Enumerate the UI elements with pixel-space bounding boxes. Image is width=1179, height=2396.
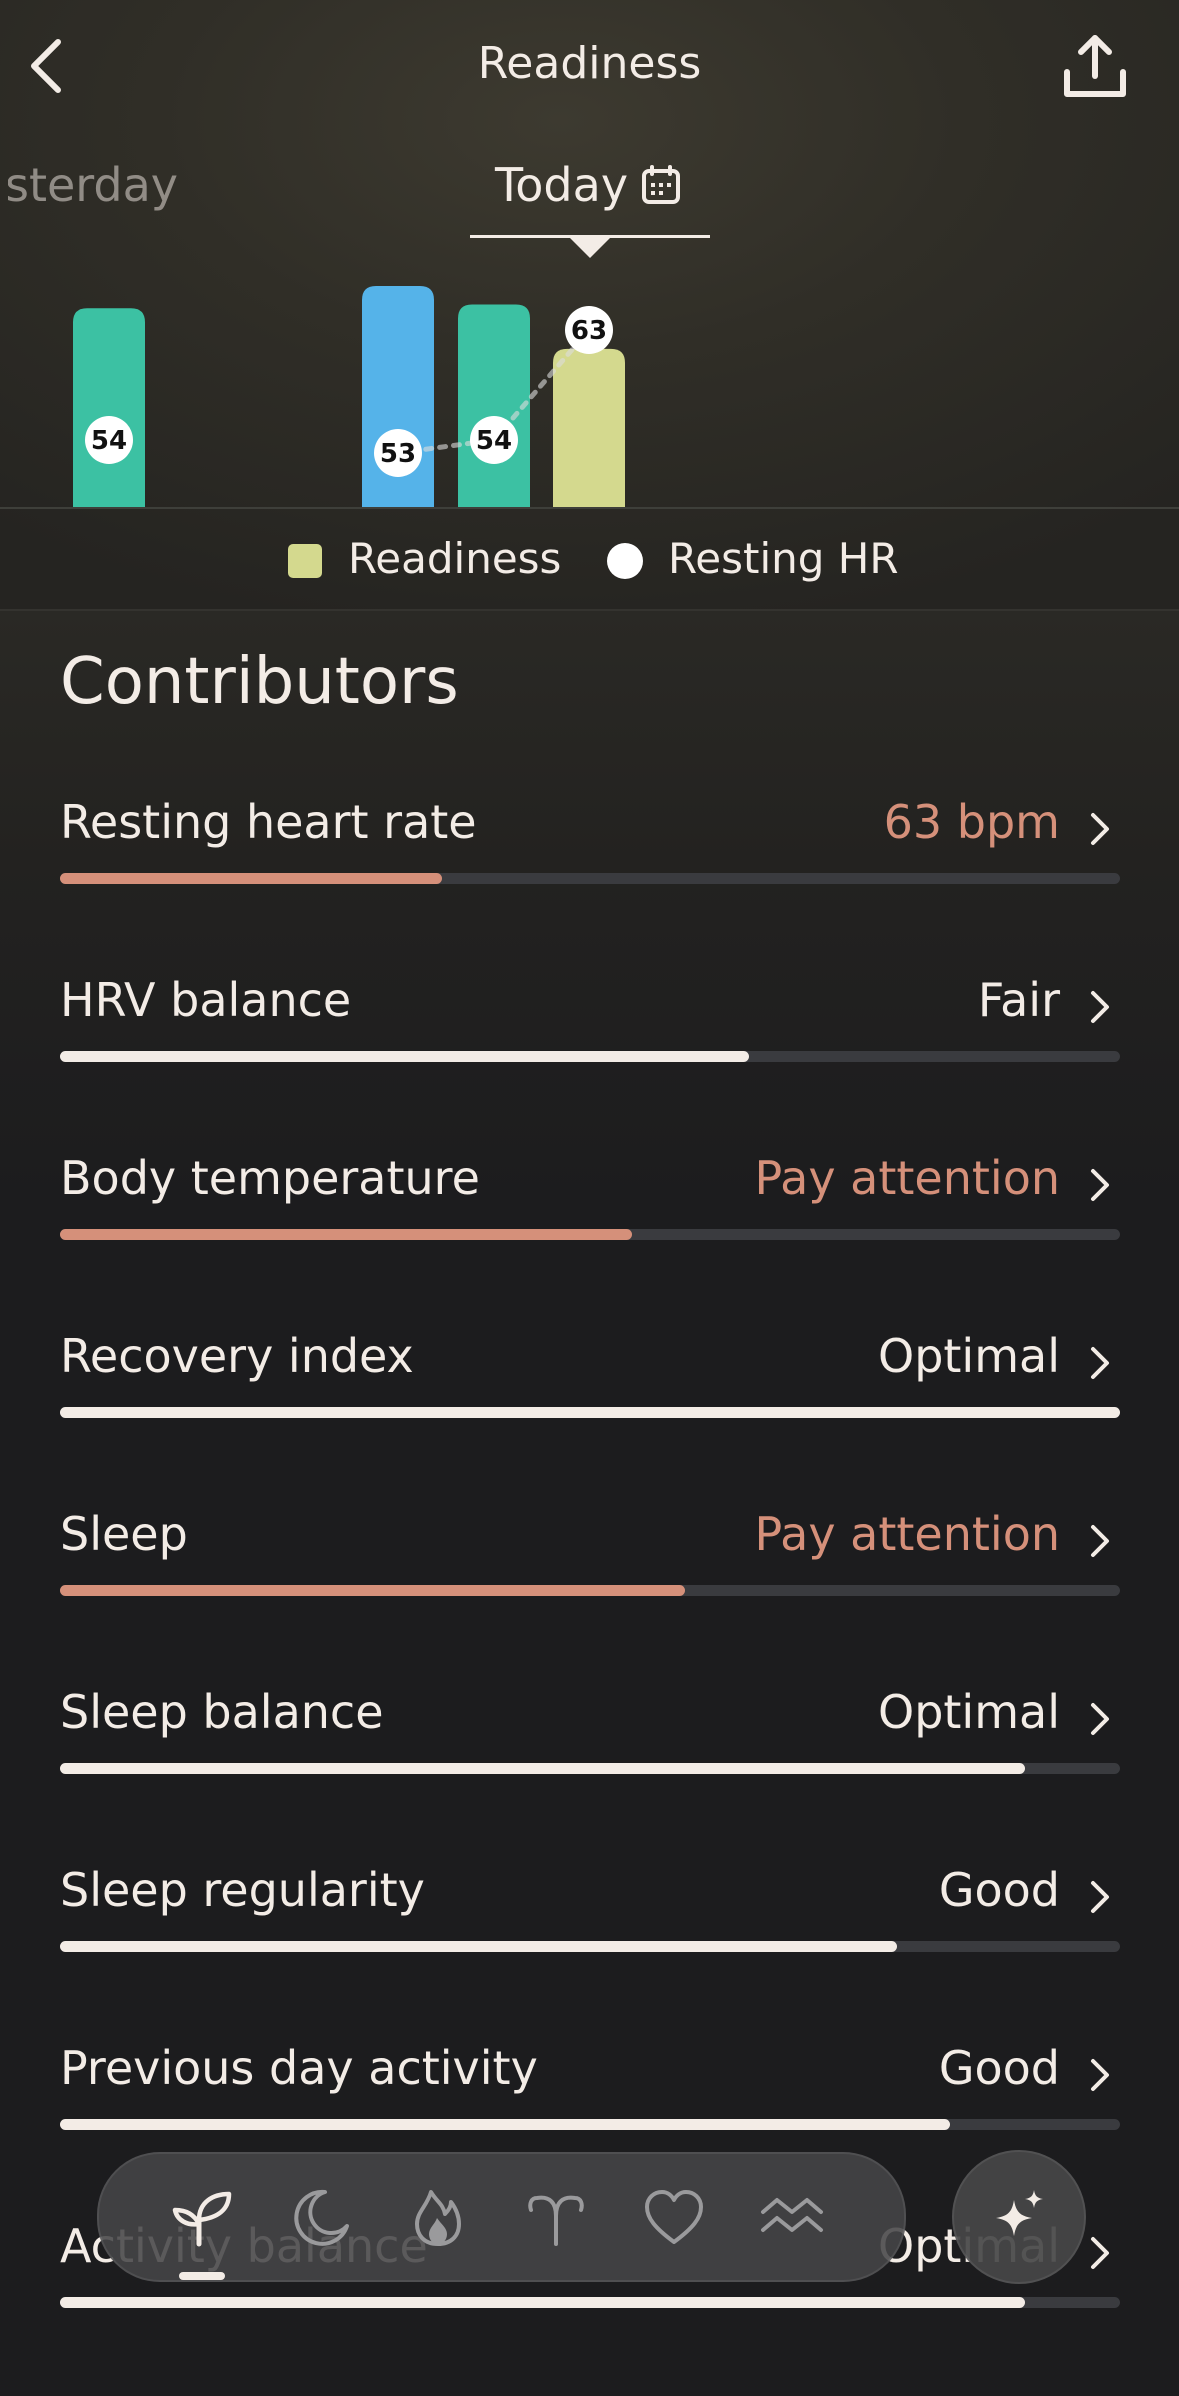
contributor-status: Fair: [977, 973, 1060, 1027]
contributor-progress-fill: [60, 2297, 1025, 2308]
contributor-progress-fill: [60, 1941, 898, 1952]
assistant-button[interactable]: [952, 2150, 1086, 2284]
legend-readiness-label: Readiness: [348, 534, 562, 583]
chevron-right-icon: [1091, 2237, 1109, 2269]
contributor-status: Optimal: [877, 1685, 1060, 1739]
share-icon: [1064, 35, 1126, 97]
cycle-icon[interactable]: [523, 2184, 589, 2250]
chevron-right-icon: [1091, 1347, 1109, 1379]
contributor-progress-track: [60, 1407, 1120, 1418]
readiness-sprout-icon[interactable]: [169, 2184, 235, 2250]
chart-legend: Readiness Resting HR: [0, 530, 1179, 590]
contributor-sleep[interactable]: Sleep Pay attention: [60, 1507, 1120, 1617]
readiness-bar: [553, 348, 625, 508]
contributor-status: Good: [938, 1863, 1060, 1917]
contributor-label: HRV balance: [60, 973, 352, 1027]
contributor-status: 63 bpm: [883, 795, 1060, 849]
tab-active-indicator: [179, 2272, 225, 2280]
contributor-label: Sleep regularity: [60, 1863, 425, 1917]
value-badge-label: 53: [380, 439, 416, 469]
contributor-hrv-balance[interactable]: HRV balance Fair: [60, 973, 1120, 1083]
contributor-label: Recovery index: [60, 1329, 414, 1383]
readiness-chart: 54 53 54 63: [73, 286, 625, 508]
legend-readiness-swatch: [288, 544, 322, 578]
contributor-status: Good: [938, 2041, 1060, 2095]
chevron-right-icon: [1091, 813, 1109, 845]
tab-today-label: Today: [495, 158, 629, 212]
contributor-progress-track: [60, 2297, 1120, 2308]
contributor-label: Sleep balance: [60, 1685, 384, 1739]
contributor-label: Resting heart rate: [60, 795, 477, 849]
chevron-right-icon: [1091, 991, 1109, 1023]
contributor-label: Sleep: [60, 1507, 188, 1561]
sparkle-icon: [996, 2190, 1043, 2236]
contributor-progress-fill: [60, 1229, 633, 1240]
chevron-right-icon: [1091, 1703, 1109, 1735]
contributor-previous-day-activity[interactable]: Previous day activity Good: [60, 2041, 1120, 2151]
contributor-progress-track: [60, 873, 1120, 884]
contributor-sleep-regularity[interactable]: Sleep regularity Good: [60, 1863, 1120, 1973]
contributor-status: Pay attention: [754, 1151, 1060, 1205]
contributor-progress-fill: [60, 1763, 1025, 1774]
legend-divider: [0, 609, 1179, 611]
chart-baseline: [0, 507, 1179, 509]
contributor-label: Body temperature: [60, 1151, 480, 1205]
contributor-resting-heart-rate[interactable]: Resting heart rate 63 bpm: [60, 795, 1120, 905]
contributor-progress-fill: [60, 1051, 749, 1062]
tab-today[interactable]: Today: [470, 150, 710, 258]
contributor-status: Optimal: [877, 1329, 1060, 1383]
contributor-status: Pay attention: [754, 1507, 1060, 1561]
calendar-icon: [642, 165, 680, 204]
chevron-right-icon: [1091, 1525, 1109, 1557]
share-button[interactable]: [1055, 28, 1135, 108]
contributor-progress-track: [60, 1051, 1120, 1062]
readiness-bar: [73, 308, 145, 508]
activity-flame-icon[interactable]: [405, 2184, 471, 2250]
contributor-progress-fill: [60, 873, 442, 884]
legend-resting-hr-dot: [607, 543, 643, 579]
chevron-right-icon: [1091, 1169, 1109, 1201]
chevron-right-icon: [1091, 1881, 1109, 1913]
contributor-progress-track: [60, 1229, 1120, 1240]
stress-waves-icon[interactable]: [759, 2184, 825, 2250]
contributor-recovery-index[interactable]: Recovery index Optimal: [60, 1329, 1120, 1439]
tab-today-pointer: [570, 238, 610, 258]
bottom-tab-bar: [97, 2152, 906, 2282]
contributor-progress-track: [60, 1941, 1120, 1952]
contributor-progress-track: [60, 1585, 1120, 1596]
page-title: Readiness: [477, 38, 702, 89]
readiness-bar: [458, 304, 530, 508]
contributor-label: Previous day activity: [60, 2041, 538, 2095]
sleep-moon-icon[interactable]: [287, 2184, 353, 2250]
value-badge-label: 63: [571, 316, 607, 346]
heart-icon[interactable]: [641, 2184, 707, 2250]
value-badge-label: 54: [476, 426, 512, 456]
contributor-progress-fill: [60, 2119, 951, 2130]
contributor-progress-fill: [60, 1407, 1120, 1418]
contributor-body-temperature[interactable]: Body temperature Pay attention: [60, 1151, 1120, 1261]
contributor-progress-fill: [60, 1585, 686, 1596]
contributor-sleep-balance[interactable]: Sleep balance Optimal: [60, 1685, 1120, 1795]
chevron-right-icon: [1091, 2059, 1109, 2091]
contributor-progress-track: [60, 2119, 1120, 2130]
contributor-progress-track: [60, 1763, 1120, 1774]
value-badge-label: 54: [91, 426, 127, 456]
contributors-title: Contributors: [60, 645, 459, 719]
tab-yesterday[interactable]: Yesterday: [8, 158, 178, 212]
legend-resting-hr-label: Resting HR: [668, 534, 899, 583]
